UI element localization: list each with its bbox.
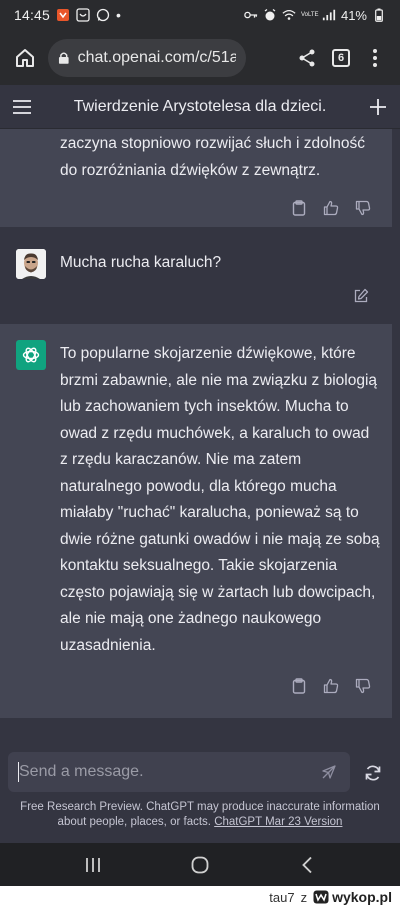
clipboard-icon <box>292 200 306 216</box>
user-photo-icon <box>16 249 46 279</box>
home-nav-button[interactable] <box>180 845 220 885</box>
thumbs-down-icon <box>355 200 371 216</box>
assistant-message: To popularne skojarzenie dźwiękowe, któr… <box>0 324 392 718</box>
composer-area: Free Research Preview. ChatGPT may produ… <box>0 718 400 843</box>
send-icon <box>322 765 336 779</box>
browser-menu-button[interactable] <box>358 41 392 75</box>
edit-button[interactable] <box>352 287 370 305</box>
recents-icon <box>86 857 101 872</box>
message-actions <box>352 287 370 305</box>
back-nav-button[interactable] <box>287 845 327 885</box>
menu-button[interactable] <box>0 85 44 129</box>
home-icon <box>16 48 34 67</box>
lock-icon <box>58 51 69 64</box>
thumbs-down-button[interactable] <box>354 677 372 695</box>
watermark-site: wykop.pl <box>332 889 392 905</box>
send-button[interactable] <box>318 761 340 783</box>
plus-icon <box>370 98 386 115</box>
home-button[interactable] <box>8 41 42 75</box>
message-actions <box>290 677 372 695</box>
copy-button[interactable] <box>290 199 308 217</box>
chat-header: Twierdzenie Arystotelesa dla dzieci. <box>0 85 400 129</box>
wifi-icon <box>282 8 296 22</box>
user-message: Mucha rucha karaluch? <box>0 227 392 324</box>
copy-button[interactable] <box>290 677 308 695</box>
message-input-box[interactable] <box>8 752 350 792</box>
regenerate-button[interactable] <box>360 760 386 786</box>
message-text: Mucha rucha karaluch? <box>60 254 222 271</box>
wykop-logo: wykop.pl <box>313 889 392 905</box>
new-chat-button[interactable] <box>356 85 400 129</box>
chat-title: Twierdzenie Arystotelesa dla dzieci. <box>73 97 327 115</box>
status-bar: 14:45 • VoLTE 41% <box>0 0 400 30</box>
message-text: To popularne skojarzenie dźwiękowe, któr… <box>60 345 380 654</box>
key-icon <box>244 8 258 22</box>
thumbs-up-button[interactable] <box>322 677 340 695</box>
home-circle-icon <box>191 856 209 873</box>
thumbs-up-icon <box>323 200 339 216</box>
signal-icon <box>322 8 336 22</box>
url-text: chat.openai.com/c/51ał <box>77 48 236 66</box>
message-actions <box>290 199 372 217</box>
thumbs-up-button[interactable] <box>322 199 340 217</box>
recent-apps-button[interactable] <box>73 845 113 885</box>
notification-app-icon <box>76 8 90 22</box>
alert-app-icon <box>56 8 70 22</box>
browser-toolbar: chat.openai.com/c/51ał 6 <box>0 30 400 85</box>
watermark-user: tau7 <box>269 889 295 905</box>
share-button[interactable] <box>290 41 324 75</box>
wykop-icon <box>313 890 329 904</box>
status-time: 14:45 <box>14 7 51 23</box>
message-text: zaczyna stopniowo rozwijać słuch i zdoln… <box>60 135 365 179</box>
status-right: VoLTE 41% <box>244 8 386 23</box>
tab-count: 6 <box>332 48 350 67</box>
battery-percent: 41% <box>340 7 367 23</box>
watermark: tau7 z wykop.pl <box>0 886 400 908</box>
thumbs-down-icon <box>355 678 371 694</box>
system-navigation-bar <box>0 843 400 886</box>
message-input[interactable] <box>19 763 318 781</box>
address-bar[interactable]: chat.openai.com/c/51ał <box>48 38 246 77</box>
assistant-message: zaczyna stopniowo rozwijać słuch i zdoln… <box>0 129 392 227</box>
more-vertical-icon <box>373 48 377 67</box>
battery-icon <box>372 8 386 22</box>
scrollbar-track[interactable] <box>392 129 400 718</box>
user-avatar <box>16 249 46 279</box>
status-dot: • <box>116 7 121 23</box>
alarm-icon <box>263 8 277 22</box>
hamburger-icon <box>13 99 31 114</box>
version-link[interactable]: ChatGPT Mar 23 Version <box>214 816 342 828</box>
volte-label: VoLTE <box>300 11 319 18</box>
watermark-z: z <box>300 889 308 905</box>
thumbs-down-button[interactable] <box>354 199 372 217</box>
disclaimer: Free Research Preview. ChatGPT may produ… <box>10 800 390 830</box>
back-chevron-icon <box>301 856 312 873</box>
status-left: 14:45 • <box>14 7 121 23</box>
refresh-icon <box>365 765 381 781</box>
edit-icon <box>354 288 369 303</box>
share-icon <box>299 49 315 66</box>
conversation: zaczyna stopniowo rozwijać słuch i zdoln… <box>0 129 392 718</box>
whatsapp-icon <box>96 8 110 22</box>
clipboard-icon <box>292 678 306 694</box>
openai-logo-icon <box>22 347 40 363</box>
chatgpt-avatar <box>16 340 46 370</box>
tabs-button[interactable]: 6 <box>324 41 358 75</box>
thumbs-up-icon <box>323 678 339 694</box>
